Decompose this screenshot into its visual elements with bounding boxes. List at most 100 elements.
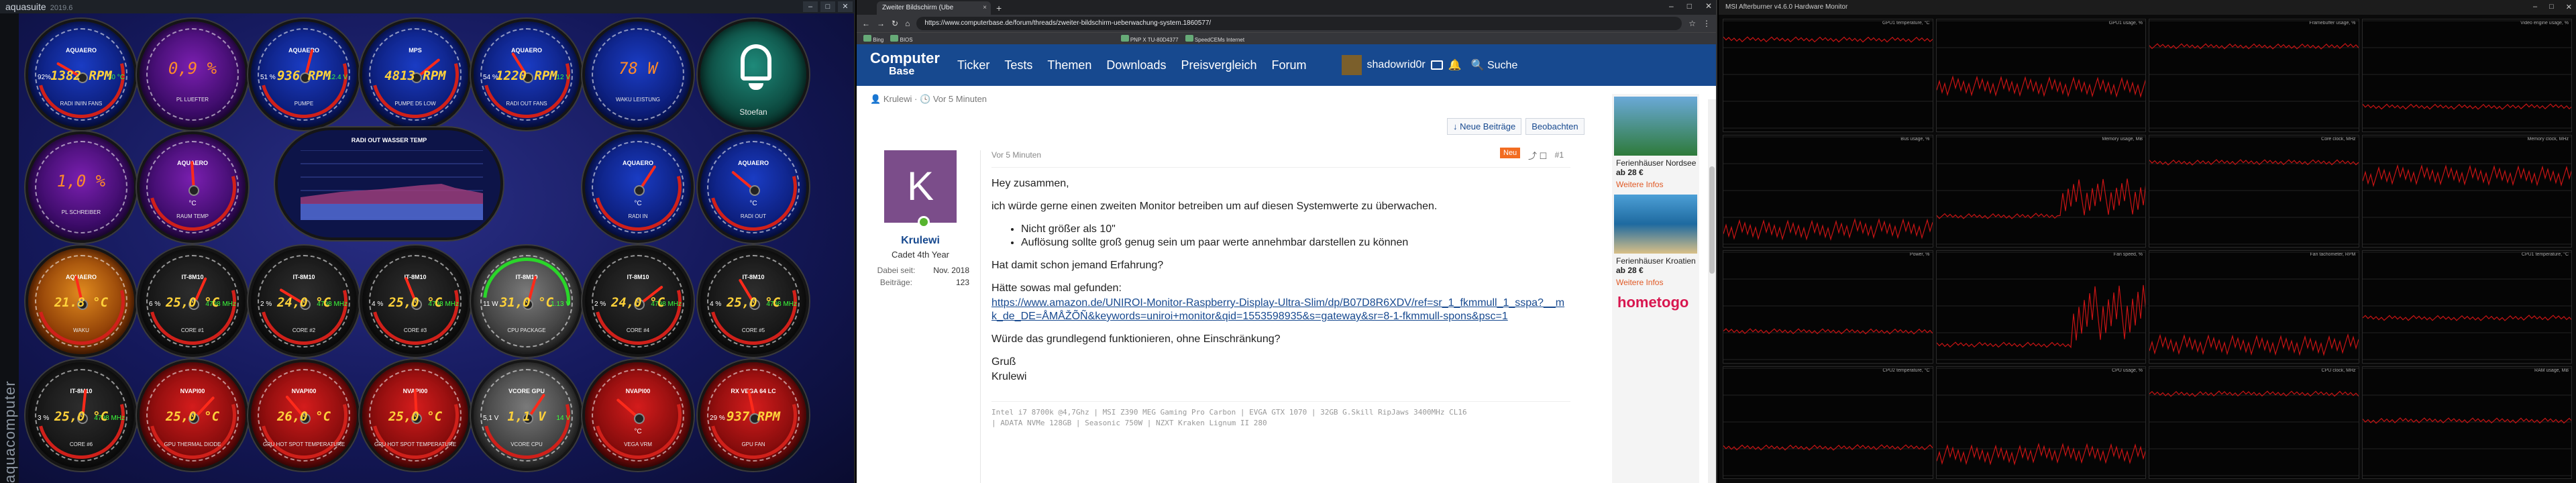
close-tab-icon[interactable]: × [983, 1, 987, 15]
nav-ticker[interactable]: Ticker [957, 58, 989, 72]
monitor-graph[interactable]: GPU1 temperature, °C [1723, 19, 1933, 132]
search-button[interactable]: 🔍 Suche [1471, 58, 1518, 72]
tab-thread[interactable]: Zweiter Bildschirm (Ube × [877, 1, 991, 15]
gauge-radi-in[interactable]: AQUAERO °C RADI IN [578, 127, 698, 247]
scrollbar[interactable] [1708, 99, 1716, 483]
gauge-label: VCORE CPU [511, 441, 543, 447]
nav-downloads[interactable]: Downloads [1106, 58, 1166, 72]
new-tab-button[interactable]: + [996, 1, 1002, 15]
close-icon[interactable]: ✕ [2566, 3, 2572, 11]
menu-icon[interactable]: ⋮ [1703, 19, 1711, 28]
bell-icon[interactable]: 🔔 [1448, 58, 1462, 72]
gauge-gpu-hotspot2[interactable]: NVAPI0025,0 °CGPU HOT SPOT TEMPERATURE [356, 356, 475, 475]
monitor-graph[interactable]: RAM usage, MB [2361, 366, 2572, 479]
ad-link[interactable]: Weitere Infos [1612, 180, 1699, 189]
monitor-graph[interactable]: CPU clock, MHz [2149, 366, 2359, 479]
post-number[interactable]: #1 [1555, 150, 1564, 160]
monitor-graph[interactable]: Memory clock, MHz [2361, 134, 2572, 248]
close-icon[interactable]: ✕ [838, 1, 853, 12]
gauge-pumpe-fan[interactable]: MPS 4813 RPM PUMPE D5 LOW [356, 15, 475, 134]
monitor-graph[interactable]: Fan tachometer, RPM [2149, 250, 2359, 364]
site-logo[interactable]: Computer Base [870, 51, 957, 78]
new-posts-button[interactable]: ↓ Neue Beiträge [1447, 118, 1522, 135]
gauge-hub [634, 185, 645, 196]
star-icon[interactable]: ☆ [1688, 19, 1696, 28]
home-icon[interactable]: ⌂ [905, 19, 910, 28]
monitor-graph-grid: GPU1 temperature, °C GPU1 usage, % Framebu… [1723, 19, 2572, 479]
gauge-label: PUMPE [294, 101, 314, 107]
bookmark-bing[interactable]: Bing [863, 34, 883, 43]
gauge-core6[interactable]: IT-8M10 3 % 4798 MHz 25,0 °C CORE #6 [21, 356, 141, 475]
gauge-cpu-package[interactable]: IT-8M10 11 W 1.13 V 31,0 °C CPU PACKAGE [465, 239, 588, 363]
author-avatar[interactable]: K [884, 150, 957, 228]
bookmark-speed[interactable]: SpeedCEMs Internet [1185, 34, 1244, 43]
scroll-thumb[interactable] [1709, 166, 1715, 274]
hometogo-logo[interactable]: hometogo [1617, 294, 1699, 311]
gauge-raumtemp[interactable]: AQUAERO°CRAUM TEMP [133, 127, 252, 247]
monitor-graph[interactable]: Framebuffer usage, % [2149, 19, 2359, 132]
maximize-icon[interactable]: □ [1687, 1, 1692, 11]
monitor-graph[interactable]: Video engine usage, % [2361, 19, 2572, 132]
gauge-pl-luefter[interactable]: 0,9 % PL LUEFTER [137, 19, 248, 130]
gauge-core3[interactable]: IT-8M10 4 % 4798 MHz 25,0 °C CORE #3 [356, 241, 475, 361]
nav-themen[interactable]: Themen [1047, 58, 1091, 72]
maximize-icon[interactable]: □ [2549, 3, 2554, 11]
gauge-vega-vrm[interactable]: NVAPI00 °C VEGA VRM [578, 356, 698, 475]
minimize-icon[interactable]: – [1669, 1, 1674, 11]
share-icon[interactable]: ⤴ ☐ [1528, 149, 1547, 162]
gauge-core1[interactable]: IT-8M10 6 % 4798 MHz 25,0 °C CORE #1 [133, 241, 252, 361]
maximize-icon[interactable]: □ [820, 1, 835, 12]
ad-image[interactable] [1614, 195, 1697, 254]
gauge-pumpe1[interactable]: AQUAERO 51 % 12.4 V 936 RPM PUMPE [244, 15, 364, 134]
back-icon[interactable]: ← [862, 19, 870, 28]
gauge-gpu-fan[interactable]: RX VEGA 64 LC 29 % 937 RPM GPU FAN [694, 356, 813, 475]
monitor-graph[interactable]: Power, % [1723, 250, 1933, 364]
monitor-graph[interactable]: Fan speed, % [1935, 250, 2146, 364]
monitor-graph[interactable]: CPU2 temperature, °C [1723, 366, 1933, 479]
aquasuite-sidebar: aquacomputer [0, 13, 19, 483]
monitor-graph[interactable]: CPU1 temperature, °C [2361, 250, 2572, 364]
gauge-radi-in-temp[interactable]: AQUAERO 92% 30 °C 1382 RPM RADI IN/IN FANS [21, 15, 141, 134]
ad-link[interactable]: Weitere Infos [1612, 278, 1699, 287]
monitor-graph[interactable]: Core clock, MHz [2149, 134, 2359, 248]
gauge-source: AQUAERO [737, 160, 769, 166]
crumb-user[interactable]: Krulewi [883, 94, 912, 104]
monitor-graph[interactable]: Memory usage, MB [1935, 134, 2146, 248]
minimize-icon[interactable]: – [803, 1, 818, 12]
product-link[interactable]: https://www.amazon.de/UNIROI-Monitor-Ras… [991, 297, 1564, 322]
inbox-icon[interactable] [1430, 60, 1443, 70]
bookmark-pnp[interactable]: PNP X TU-80D4377 [1120, 34, 1179, 43]
gauge-core2[interactable]: IT-8M10 2 % 4798 MHz 24,0 °C CORE #2 [244, 241, 364, 361]
gauge-vcore[interactable]: VCORE GPU 5,1 V 14 V 1,1 V VCORE CPU [467, 356, 586, 475]
gauge-pl-schreiber[interactable]: 1,0 % PL SCHREIBER [25, 131, 137, 243]
nav-forum[interactable]: Forum [1272, 58, 1307, 72]
monitor-graph[interactable]: GPU1 usage, % [1935, 19, 2146, 132]
watch-button[interactable]: Beobachten [1525, 118, 1585, 135]
nav-tests[interactable]: Tests [1004, 58, 1032, 72]
gauge-water-out[interactable]: AQUAERO 21.8 °C WAKU [21, 241, 141, 361]
minimize-icon[interactable]: – [2533, 3, 2537, 11]
gauge-source: NVAPI00 [291, 388, 317, 394]
gauge-radi-fans[interactable]: AQUAERO 54 % 12 V 1220 RPM RADI OUT FANS [467, 15, 586, 134]
gauge-value: 1220 RPM [496, 68, 557, 83]
user-menu[interactable]: shadowrid0r 🔔 [1341, 55, 1462, 75]
url-field[interactable]: https://www.computerbase.de/forum/thread… [916, 17, 1682, 30]
monitor-graph[interactable]: Bus usage, % [1723, 134, 1933, 248]
author-name[interactable]: Krulewi [870, 235, 971, 247]
gauge-stoefan[interactable]: Stoefan [698, 19, 809, 130]
gauge-core5[interactable]: IT-8M10 4 % 4798 MHz 25,0 °C CORE #5 [694, 241, 813, 361]
gauge-gpu-hotspot[interactable]: NVAPI00 26,0 °C GPU HOT SPOT TEMPERATURE [244, 356, 364, 475]
monitor-graph[interactable]: CPU usage, % [1935, 366, 2146, 479]
gauge-core4[interactable]: IT-8M10 2 % 4798 MHz 24,0 °C CORE #4 [578, 241, 698, 361]
reload-icon[interactable]: ↻ [892, 19, 898, 28]
gauge-source: IT-8M10 [742, 274, 765, 280]
close-icon[interactable]: ✕ [1705, 1, 1712, 11]
bookmark-bios[interactable]: BIOS [890, 34, 913, 43]
gauge-radi-out[interactable]: AQUAERO °C RADI OUT [694, 127, 813, 247]
nav-preisvergleich[interactable]: Preisvergleich [1181, 58, 1256, 72]
gauge-gpu-thermal[interactable]: NVAPI00 25,0 °C GPU THERMAL DIODE [133, 356, 252, 475]
gauge-leistung[interactable]: 78 W WAKU LEISTUNG [582, 19, 694, 130]
ad-image[interactable] [1614, 97, 1697, 156]
forward-icon[interactable]: → [877, 19, 885, 28]
gauge-value: 31,0 °C [499, 295, 554, 310]
